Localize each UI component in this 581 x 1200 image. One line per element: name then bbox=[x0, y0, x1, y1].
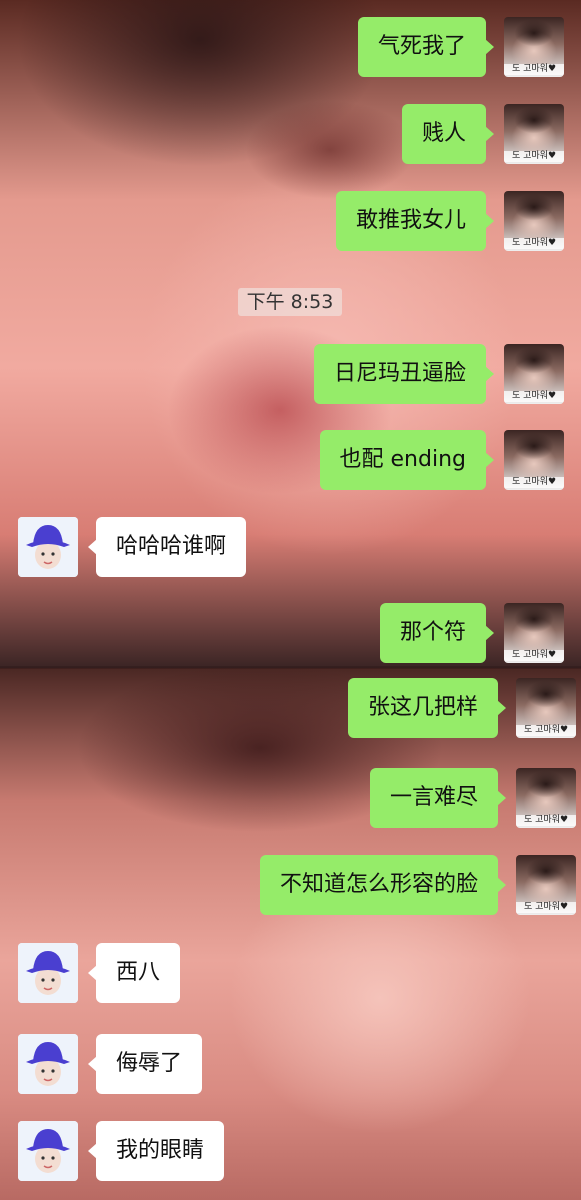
bucket-hat-avatar-icon bbox=[18, 1121, 78, 1181]
bucket-hat-avatar-icon bbox=[18, 943, 78, 1003]
message-row-other: 我的眼睛 bbox=[18, 1121, 225, 1181]
avatar-caption: 도 고마워♥ bbox=[504, 477, 564, 488]
self-avatar[interactable]: 도 고마워♥ bbox=[504, 104, 564, 164]
message-bubble[interactable]: 张这几把样 bbox=[347, 678, 507, 738]
message-row-other: 哈哈哈谁啊 bbox=[18, 517, 247, 577]
other-avatar[interactable] bbox=[18, 1034, 78, 1094]
other-avatar[interactable] bbox=[18, 517, 78, 577]
self-avatar[interactable]: 도 고마워♥ bbox=[504, 430, 564, 490]
message-row-self: 那个符 도 고마워♥ bbox=[379, 603, 564, 663]
message-bubble[interactable]: 侮辱了 bbox=[87, 1034, 203, 1094]
avatar-caption: 도 고마워♥ bbox=[504, 238, 564, 249]
message-row-self: 敢推我女儿 도 고마워♥ bbox=[335, 191, 564, 251]
other-avatar[interactable] bbox=[18, 943, 78, 1003]
self-avatar[interactable]: 도 고마워♥ bbox=[504, 603, 564, 663]
bucket-hat-avatar-icon bbox=[18, 1034, 78, 1094]
message-row-self: 不知道怎么形容的脸 도 고마워♥ bbox=[259, 855, 576, 915]
self-avatar[interactable]: 도 고마워♥ bbox=[516, 678, 576, 738]
message-bubble[interactable]: 也配 ending bbox=[319, 430, 495, 490]
message-row-self: 日尼玛丑逼脸 도 고마워♥ bbox=[313, 344, 564, 404]
avatar-caption: 도 고마워♥ bbox=[516, 725, 576, 736]
message-bubble[interactable]: 一言难尽 bbox=[369, 768, 507, 828]
self-avatar[interactable]: 도 고마워♥ bbox=[516, 855, 576, 915]
screenshot-divider bbox=[0, 666, 581, 669]
self-avatar[interactable]: 도 고마워♥ bbox=[516, 768, 576, 828]
message-row-self: 一言难尽 도 고마워♥ bbox=[369, 768, 576, 828]
message-bubble[interactable]: 哈哈哈谁啊 bbox=[87, 517, 247, 577]
bucket-hat-avatar-icon bbox=[18, 517, 78, 577]
message-bubble[interactable]: 西八 bbox=[87, 943, 181, 1003]
message-bubble[interactable]: 敢推我女儿 bbox=[335, 191, 495, 251]
other-avatar[interactable] bbox=[18, 1121, 78, 1181]
avatar-caption: 도 고마워♥ bbox=[504, 64, 564, 75]
message-bubble[interactable]: 那个符 bbox=[379, 603, 495, 663]
message-row-other: 西八 bbox=[18, 943, 181, 1003]
self-avatar[interactable]: 도 고마워♥ bbox=[504, 17, 564, 77]
self-avatar[interactable]: 도 고마워♥ bbox=[504, 344, 564, 404]
message-bubble[interactable]: 日尼玛丑逼脸 bbox=[313, 344, 495, 404]
message-row-self: 贱人 도 고마워♥ bbox=[401, 104, 564, 164]
message-row-self: 气死我了 도 고마워♥ bbox=[357, 17, 564, 77]
message-row-self: 张这几把样 도 고마워♥ bbox=[347, 678, 576, 738]
avatar-caption: 도 고마워♥ bbox=[504, 391, 564, 402]
avatar-caption: 도 고마워♥ bbox=[516, 815, 576, 826]
message-bubble[interactable]: 贱人 bbox=[401, 104, 495, 164]
message-row-self: 也配 ending 도 고마워♥ bbox=[319, 430, 564, 490]
message-bubble[interactable]: 不知道怎么形容的脸 bbox=[259, 855, 507, 915]
timestamp: 下午 8:53 bbox=[238, 288, 342, 316]
message-bubble[interactable]: 气死我了 bbox=[357, 17, 495, 77]
avatar-caption: 도 고마워♥ bbox=[504, 650, 564, 661]
avatar-caption: 도 고마워♥ bbox=[516, 902, 576, 913]
message-bubble[interactable]: 我的眼睛 bbox=[87, 1121, 225, 1181]
self-avatar[interactable]: 도 고마워♥ bbox=[504, 191, 564, 251]
message-row-other: 侮辱了 bbox=[18, 1034, 203, 1094]
avatar-caption: 도 고마워♥ bbox=[504, 151, 564, 162]
